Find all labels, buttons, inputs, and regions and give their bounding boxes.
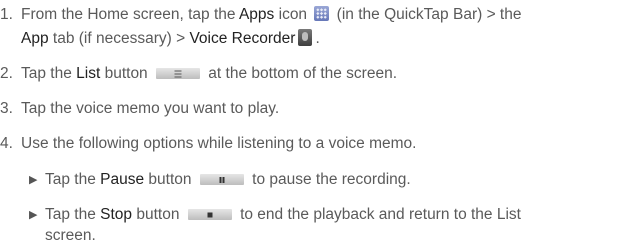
pause-glyph-icon [219, 176, 225, 183]
step-number: 1. [0, 6, 13, 23]
step-2: 2. Tap the List button at the bottom of t… [0, 65, 398, 82]
step-number: 2. [0, 65, 13, 82]
list-lines-icon [174, 70, 182, 77]
apps-label: Apps [238, 6, 275, 23]
step-3: 3. Tap the voice memo you want to play. [0, 100, 280, 117]
bullet-stop: ▶ Tap the Stop button to end the playback… [29, 206, 521, 223]
voice-recorder-label: Voice Recorder [189, 30, 296, 47]
stop-label: Stop [100, 206, 133, 223]
step-number: 3. [0, 100, 13, 117]
list-label: List [76, 65, 101, 82]
step-1-line-1: 1. From the Home screen, tap the Apps ico… [0, 6, 522, 23]
step-number: 4. [0, 135, 13, 152]
voice-recorder-icon [298, 29, 313, 46]
pause-label: Pause [100, 171, 145, 188]
pause-button-icon [199, 174, 244, 185]
triangle-bullet-icon: ▶ [29, 174, 38, 186]
bullet-pause: ▶ Tap the Pause button to pause the recor… [29, 171, 411, 188]
apps-grid-icon [314, 6, 330, 21]
instruction-page: 1. From the Home screen, tap the Apps ico… [0, 0, 633, 249]
app-tab-label: App [21, 30, 49, 47]
list-button-icon [156, 68, 200, 79]
triangle-bullet-icon: ▶ [29, 209, 38, 221]
stop-glyph-icon [207, 212, 213, 217]
bullet-stop-continuation: screen. [45, 227, 96, 244]
stop-button-icon [187, 209, 232, 220]
step-1-line-2: App tab (if necessary) > Voice Recorder. [21, 29, 320, 47]
step-4: 4. Use the following options while listen… [0, 135, 417, 152]
